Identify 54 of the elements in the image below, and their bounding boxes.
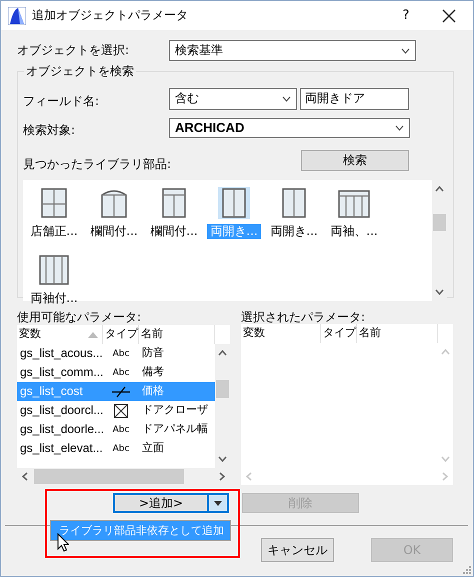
table-cell-text: ドアパネル幅 xyxy=(141,422,209,437)
dropdown-button[interactable] xyxy=(208,493,229,513)
close-icon[interactable] xyxy=(442,8,456,22)
item-label[interactable]: 両袖、... xyxy=(327,224,381,239)
table-row[interactable]: gs_list_doorcl... ドアクローザ xyxy=(17,401,215,420)
table-cell-text: gs_list_acous... xyxy=(19,345,103,362)
target-dropdown[interactable]: ARCHICAD xyxy=(169,118,410,138)
table-cell-text: 価格 xyxy=(141,384,165,399)
dimension-icon xyxy=(111,386,131,398)
input-field[interactable]: 両開きドア xyxy=(300,88,409,110)
table-row[interactable]: gs_list_acous... Abc 防音 xyxy=(17,344,215,363)
item-label[interactable]: 店舗正... xyxy=(27,224,81,239)
group-title: オブジェクトを検索 xyxy=(24,63,136,80)
table-cell-text: gs_list_cost xyxy=(19,383,84,400)
window-title: 追加オブジェクトパラメータ xyxy=(32,7,189,24)
item-label[interactable]: 両開き... xyxy=(267,224,321,239)
caret-icon xyxy=(214,500,222,506)
table-cell-text: 防音 xyxy=(141,346,165,361)
crossed-box-icon xyxy=(114,404,128,418)
type-label: Abc xyxy=(112,368,130,378)
door-icon xyxy=(218,187,250,219)
field-label: 検索対象: xyxy=(23,122,76,139)
table-cell-text: gs_list_doorle... xyxy=(19,421,103,438)
object-dropdown[interactable]: 検索基準 xyxy=(169,40,416,61)
section-label: 選択されたパラメータ: xyxy=(241,309,366,325)
type-label: Abc xyxy=(112,424,130,434)
field-label: オブジェクトを選択: xyxy=(17,42,130,59)
help-button[interactable]: ? xyxy=(396,8,416,23)
table-cell-text: ドアクローザ xyxy=(141,403,209,418)
item-label[interactable]: 欄間付... xyxy=(87,224,141,239)
section-label: 使用可能なパラメータ: xyxy=(17,309,142,325)
resize-grip-icon[interactable] xyxy=(461,564,471,574)
table-row[interactable]: gs_list_elevat... Abc 立面 xyxy=(17,439,215,458)
table-cell-text: 立面 xyxy=(141,440,165,456)
door-icon xyxy=(38,254,70,286)
search-button[interactable]: 検索 xyxy=(301,150,409,171)
type-label: Abc xyxy=(112,348,130,358)
table-row[interactable]: gs_list_doorle... Abc ドアパネル幅 xyxy=(17,420,215,439)
field-label: 見つかったライブラリ部品: xyxy=(23,156,172,173)
sort-icon xyxy=(88,332,98,338)
table-cell-text: gs_list_comm... xyxy=(19,364,103,381)
scrollbar[interactable] xyxy=(241,468,453,485)
table-cell-text: gs_list_elevat... xyxy=(19,440,103,457)
type-label: Abc xyxy=(112,444,130,454)
condition-dropdown[interactable]: 含む xyxy=(169,88,297,110)
item-label[interactable]: 欄間付... xyxy=(147,224,201,239)
table-cell-text: gs_list_doorcl... xyxy=(19,402,103,419)
cancel-button[interactable]: キャンセル xyxy=(261,538,334,562)
app-icon xyxy=(8,6,26,24)
table-cell-text: 備考 xyxy=(141,365,165,380)
item-label[interactable]: 両袖付... xyxy=(27,291,81,306)
field-label: フィールド名: xyxy=(23,93,100,110)
add-button[interactable]: >追加> xyxy=(113,493,208,513)
table-row[interactable]: gs_list_comm... Abc 備考 xyxy=(17,363,215,382)
